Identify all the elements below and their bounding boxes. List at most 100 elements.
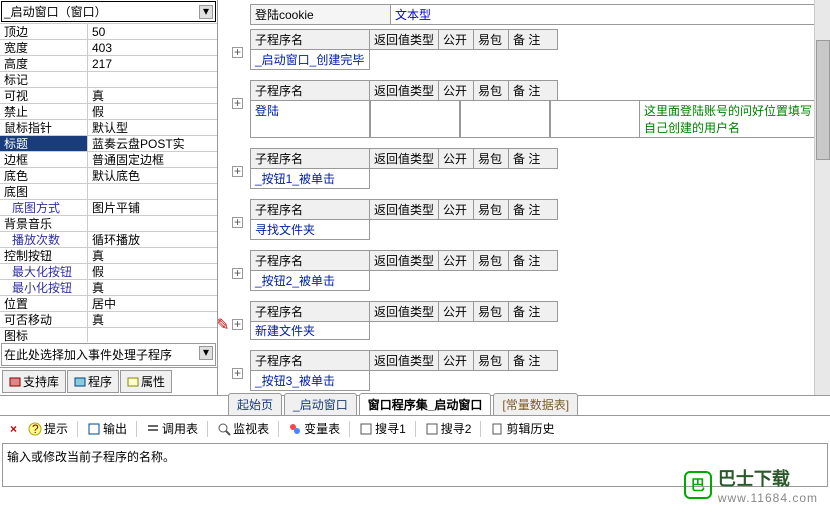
sub-name-cell[interactable]: 登陆 [250,100,370,138]
column-header: 易包 [473,350,509,371]
property-value[interactable]: 普通固定边框 [88,152,217,167]
chevron-down-icon[interactable]: ▾ [199,5,213,19]
property-value[interactable]: 真 [88,312,217,327]
sub-name-input[interactable] [255,323,335,337]
tab-const-table[interactable]: [常量数据表] [493,393,578,415]
property-value[interactable]: 默认底色 [88,168,217,183]
property-value[interactable]: 50 [88,24,217,39]
empty-cell[interactable] [460,100,550,138]
sub-name-cell[interactable]: 寻找文件夹 [250,219,370,240]
property-row[interactable]: 高度217 [0,56,217,72]
tab-program[interactable]: 程序 [67,370,119,393]
sub-note[interactable]: 这里面登陆账号的问好位置填写自己创建的用户名 [639,100,822,138]
subroutine-block: +子程序名返回值类型公开易包备 注_按钮1_被单击 [250,148,822,189]
expand-icon[interactable]: + [232,98,243,109]
edit-marker-icon: ✎ [218,315,229,335]
property-value[interactable]: 217 [88,56,217,71]
tab-support-lib[interactable]: 支持库 [2,370,66,393]
property-row[interactable]: 播放次数循环播放 [0,232,217,248]
property-row[interactable]: 最大化按钮假 [0,264,217,280]
column-header: 返回值类型 [369,80,439,101]
sub-name-cell[interactable]: _启动窗口_创建完毕 [250,49,370,70]
property-row[interactable]: 宽度403 [0,40,217,56]
watermark-brand: 巴士下载 [718,465,790,491]
column-header: 子程序名 [250,199,370,220]
sub-name-cell[interactable]: _按钮2_被单击 [250,270,370,291]
property-row[interactable]: 可否移动真 [0,312,217,328]
scroll-thumb[interactable] [816,40,830,160]
expand-icon[interactable]: + [232,319,243,330]
property-row[interactable]: 底图方式图片平铺 [0,200,217,216]
close-icon[interactable]: × [6,422,21,436]
property-value[interactable]: 蓝奏云盘POST实 [88,136,217,151]
sub-name-cell[interactable]: _按钮3_被单击 [250,370,370,391]
property-value[interactable]: 图片平铺 [88,200,217,215]
search2-button[interactable]: 搜寻2 [422,419,475,438]
property-value[interactable]: 真 [88,280,217,295]
object-selector[interactable]: _启动窗口（窗口） ▾ [1,1,216,22]
chevron-down-icon[interactable]: ▾ [199,346,213,360]
tab-start-window[interactable]: _启动窗口 [284,393,357,415]
property-row[interactable]: 最小化按钮真 [0,280,217,296]
property-value[interactable] [88,72,217,87]
property-row[interactable]: 图标 [0,328,217,342]
property-row[interactable]: 背景音乐 [0,216,217,232]
expand-icon[interactable]: + [232,217,243,228]
expand-icon[interactable]: + [232,47,243,58]
event-selector[interactable]: 在此处选择加入事件处理子程序 ▾ [1,343,216,366]
empty-cell[interactable] [550,100,640,138]
property-label: 禁止 [0,104,88,119]
column-header: 返回值类型 [369,350,439,371]
property-icon [127,377,139,387]
property-label: 可视 [0,88,88,103]
variable-row[interactable]: 登陆cookie 文本型 [250,4,822,25]
property-value[interactable]: 403 [88,40,217,55]
property-label: 播放次数 [0,232,88,247]
property-value[interactable]: 真 [88,248,217,263]
property-value[interactable]: 居中 [88,296,217,311]
debug-button[interactable]: 调用表 [143,419,201,438]
expand-icon[interactable]: + [232,368,243,379]
property-value[interactable] [88,184,217,199]
output-button[interactable]: 输出 [84,419,130,438]
tab-start-page[interactable]: 起始页 [228,393,282,415]
property-value[interactable] [88,216,217,231]
code-editor[interactable]: 登陆cookie 文本型 +子程序名返回值类型公开易包备 注_启动窗口_创建完毕… [218,0,830,395]
property-value[interactable]: 假 [88,264,217,279]
property-row[interactable]: 底色默认底色 [0,168,217,184]
property-row[interactable]: 位置居中 [0,296,217,312]
watch-button[interactable]: 监视表 [214,419,272,438]
tab-property[interactable]: 属性 [120,370,172,393]
property-label: 边框 [0,152,88,167]
property-value[interactable] [88,328,217,342]
property-row[interactable]: 可视真 [0,88,217,104]
vertical-scrollbar[interactable] [814,0,830,395]
property-row[interactable]: 顶边50 [0,24,217,40]
property-row[interactable]: 禁止假 [0,104,217,120]
clip-history-button[interactable]: 剪辑历史 [487,419,557,438]
expand-icon[interactable]: + [232,268,243,279]
event-selector-placeholder: 在此处选择加入事件处理子程序 [4,346,172,363]
property-value[interactable]: 假 [88,104,217,119]
property-row[interactable]: 标题蓝奏云盘POST实 [0,136,217,152]
sub-name-cell[interactable] [250,321,370,340]
tab-window-procset[interactable]: 窗口程序集_启动窗口 [359,393,492,415]
property-value[interactable]: 循环播放 [88,232,217,247]
property-row[interactable]: 控制按钮真 [0,248,217,264]
tip-button[interactable]: ? 提示 [25,419,71,438]
column-header: 公开 [438,199,474,220]
property-value[interactable]: 真 [88,88,217,103]
tree-icon [74,377,86,387]
property-row[interactable]: 底图 [0,184,217,200]
property-row[interactable]: 鼠标指针默认型 [0,120,217,136]
sub-name-cell[interactable]: _按钮1_被单击 [250,168,370,189]
search1-button[interactable]: 搜寻1 [356,419,409,438]
search-icon [425,422,439,436]
expand-icon[interactable]: + [232,166,243,177]
empty-cell[interactable] [370,100,460,138]
property-row[interactable]: 标记 [0,72,217,88]
var-button[interactable]: 变量表 [285,419,343,438]
column-header: 公开 [438,148,474,169]
property-value[interactable]: 默认型 [88,120,217,135]
property-row[interactable]: 边框普通固定边框 [0,152,217,168]
